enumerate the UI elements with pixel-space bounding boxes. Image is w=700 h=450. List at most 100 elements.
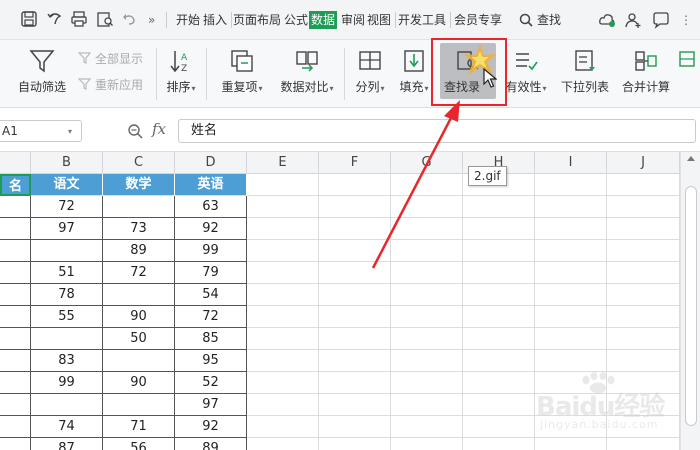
- consolidate-button[interactable]: 合并计算: [618, 44, 674, 102]
- data-cell[interactable]: 97: [31, 218, 103, 240]
- data-cell[interactable]: 92: [175, 416, 247, 438]
- empty-cell[interactable]: [535, 350, 607, 372]
- duplicates-button[interactable]: 重复项▾: [214, 44, 270, 102]
- more-ribbon-icon[interactable]: [678, 50, 696, 71]
- empty-cell[interactable]: [463, 416, 535, 438]
- data-cell[interactable]: 72: [31, 196, 103, 218]
- empty-cell[interactable]: [463, 372, 535, 394]
- empty-cell[interactable]: [247, 284, 319, 306]
- empty-cell[interactable]: [535, 306, 607, 328]
- name-cell[interactable]: [0, 218, 31, 240]
- column-header-d[interactable]: D: [175, 152, 247, 174]
- empty-cell[interactable]: [391, 174, 463, 196]
- menu-member[interactable]: 会员专享: [454, 11, 502, 29]
- data-cell[interactable]: 89: [103, 240, 175, 262]
- menu-developer[interactable]: 开发工具: [398, 11, 446, 29]
- empty-cell[interactable]: [391, 306, 463, 328]
- comment-icon[interactable]: [652, 11, 670, 29]
- column-header-b[interactable]: B: [31, 152, 103, 174]
- empty-cell[interactable]: [319, 438, 391, 450]
- data-cell[interactable]: 74: [31, 416, 103, 438]
- data-cell[interactable]: 73: [103, 218, 175, 240]
- data-cell[interactable]: 90: [103, 306, 175, 328]
- name-cell[interactable]: [0, 416, 31, 438]
- empty-cell[interactable]: [391, 328, 463, 350]
- empty-cell[interactable]: [535, 240, 607, 262]
- empty-cell[interactable]: [535, 284, 607, 306]
- data-cell[interactable]: 79: [175, 262, 247, 284]
- empty-cell[interactable]: [607, 328, 680, 350]
- more-menus-icon[interactable]: »: [148, 11, 155, 29]
- empty-cell[interactable]: [247, 174, 319, 196]
- data-cell[interactable]: 78: [31, 284, 103, 306]
- data-cell[interactable]: [31, 328, 103, 350]
- scroll-up-icon[interactable]: [687, 156, 695, 161]
- menu-review[interactable]: 审阅: [341, 11, 365, 29]
- empty-cell[interactable]: [247, 218, 319, 240]
- empty-cell[interactable]: [391, 438, 463, 450]
- formula-input[interactable]: 姓名: [178, 119, 696, 143]
- empty-cell[interactable]: [247, 394, 319, 416]
- data-cell[interactable]: 85: [175, 328, 247, 350]
- empty-cell[interactable]: [535, 218, 607, 240]
- print-icon[interactable]: [70, 10, 88, 28]
- data-cell[interactable]: [103, 284, 175, 306]
- name-cell[interactable]: [0, 240, 31, 262]
- empty-cell[interactable]: [319, 174, 391, 196]
- data-cell[interactable]: 51: [31, 262, 103, 284]
- data-cell[interactable]: [31, 240, 103, 262]
- header-cell[interactable]: 语文: [31, 174, 103, 196]
- menu-insert[interactable]: 插入: [203, 11, 227, 29]
- empty-cell[interactable]: [463, 240, 535, 262]
- name-cell[interactable]: [0, 350, 31, 372]
- dropdown-list-button[interactable]: 下拉列表: [556, 44, 614, 102]
- column-header-g[interactable]: G: [391, 152, 463, 174]
- sort-button[interactable]: AZ 排序▾: [160, 44, 202, 102]
- more-options-icon[interactable]: ⋮: [680, 11, 692, 29]
- data-cell[interactable]: [103, 196, 175, 218]
- name-cell[interactable]: [0, 196, 31, 218]
- empty-cell[interactable]: [247, 240, 319, 262]
- empty-cell[interactable]: [319, 196, 391, 218]
- empty-cell[interactable]: [535, 328, 607, 350]
- data-cell[interactable]: [31, 394, 103, 416]
- data-cell[interactable]: 89: [175, 438, 247, 450]
- name-cell[interactable]: [0, 262, 31, 284]
- empty-cell[interactable]: [607, 306, 680, 328]
- menu-formula[interactable]: 公式: [284, 11, 308, 29]
- empty-cell[interactable]: [319, 416, 391, 438]
- vertical-scrollbar[interactable]: [680, 152, 700, 450]
- column-header-j[interactable]: J: [607, 152, 680, 174]
- empty-cell[interactable]: [607, 284, 680, 306]
- empty-cell[interactable]: [391, 284, 463, 306]
- empty-cell[interactable]: [319, 328, 391, 350]
- empty-cell[interactable]: [607, 218, 680, 240]
- empty-cell[interactable]: [319, 218, 391, 240]
- data-cell[interactable]: [103, 350, 175, 372]
- empty-cell[interactable]: [319, 262, 391, 284]
- empty-cell[interactable]: [463, 218, 535, 240]
- empty-cell[interactable]: [463, 306, 535, 328]
- column-header-e[interactable]: E: [247, 152, 319, 174]
- scroll-thumb[interactable]: [685, 186, 697, 426]
- empty-cell[interactable]: [319, 350, 391, 372]
- column-header-a[interactable]: [0, 152, 31, 174]
- empty-cell[interactable]: [391, 240, 463, 262]
- print-preview-icon[interactable]: [96, 10, 114, 28]
- share-user-icon[interactable]: [624, 11, 642, 29]
- menu-home[interactable]: 开始: [176, 11, 200, 29]
- column-header-i[interactable]: I: [535, 152, 607, 174]
- empty-cell[interactable]: [463, 350, 535, 372]
- name-cell[interactable]: [0, 284, 31, 306]
- empty-cell[interactable]: [391, 416, 463, 438]
- empty-cell[interactable]: [463, 284, 535, 306]
- header-cell[interactable]: 英语: [175, 174, 247, 196]
- empty-cell[interactable]: [391, 196, 463, 218]
- data-cell[interactable]: 95: [175, 350, 247, 372]
- reapply-button[interactable]: 重新应用: [78, 76, 143, 93]
- empty-cell[interactable]: [463, 394, 535, 416]
- column-header-c[interactable]: C: [103, 152, 175, 174]
- fill-button[interactable]: 填充▾: [394, 44, 434, 102]
- empty-cell[interactable]: [391, 262, 463, 284]
- column-header-f[interactable]: F: [319, 152, 391, 174]
